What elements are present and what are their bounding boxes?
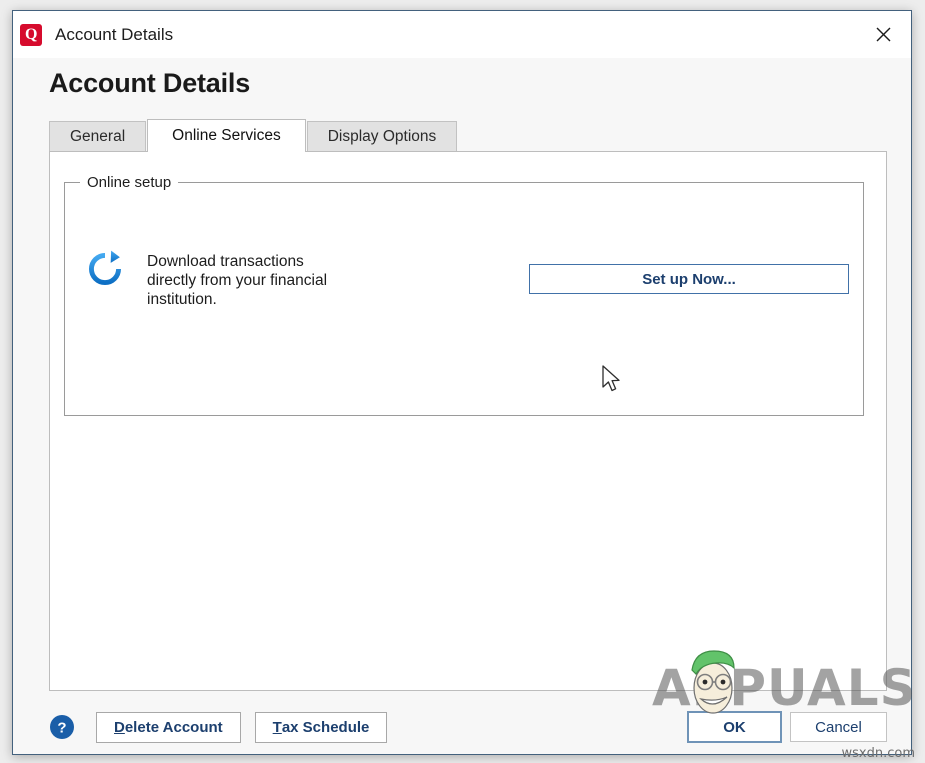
screen: Q Account Details Account Details Genera… [0, 0, 925, 763]
dialog-body: Account Details General Online Services … [13, 58, 911, 691]
online-setup-groupbox: Online setup Download transactions direc… [64, 174, 864, 416]
groupbox-label: Online setup [80, 174, 179, 191]
quicken-q-icon: Q [20, 23, 42, 46]
account-details-dialog: Q Account Details Account Details Genera… [12, 10, 912, 755]
close-icon[interactable] [855, 11, 911, 57]
tax-schedule-accel: T [272, 718, 282, 736]
tab-online-services[interactable]: Online Services [147, 119, 306, 152]
sync-refresh-icon [89, 250, 122, 285]
window-title: Account Details [55, 24, 174, 44]
tax-schedule-button[interactable]: Tax Schedule [254, 711, 388, 743]
svg-text:?: ? [57, 720, 66, 737]
tab-display-options[interactable]: Display Options [306, 121, 458, 151]
groupbox-content: Download transactions directly from your… [64, 182, 864, 416]
help-question-icon[interactable]: ? [49, 714, 75, 740]
page-title: Account Details [49, 68, 251, 98]
delete-account-accel: D [114, 718, 125, 736]
site-credit-text: wsxdn.com [841, 746, 916, 761]
delete-account-rest: elete Account [124, 718, 223, 736]
ok-button[interactable]: OK [687, 711, 782, 743]
close-x-glyph [876, 27, 890, 41]
tab-strip: General Online Services Display Options [49, 118, 897, 152]
online-setup-description: Download transactions directly from your… [147, 253, 328, 308]
set-up-now-button[interactable]: Set up Now... [529, 264, 849, 294]
footer-right-group: OK Cancel [687, 711, 887, 743]
delete-account-button[interactable]: Delete Account [96, 711, 241, 743]
title-bar: Q Account Details [13, 11, 911, 58]
tab-general[interactable]: General [49, 121, 147, 151]
tab-content-panel: Online setup Download transactions direc… [49, 151, 887, 691]
cancel-button[interactable]: Cancel [790, 712, 887, 742]
dialog-footer: ? Delete Account Tax Schedule OK Cancel [13, 691, 911, 763]
tax-schedule-rest: ax Schedule [281, 718, 370, 736]
